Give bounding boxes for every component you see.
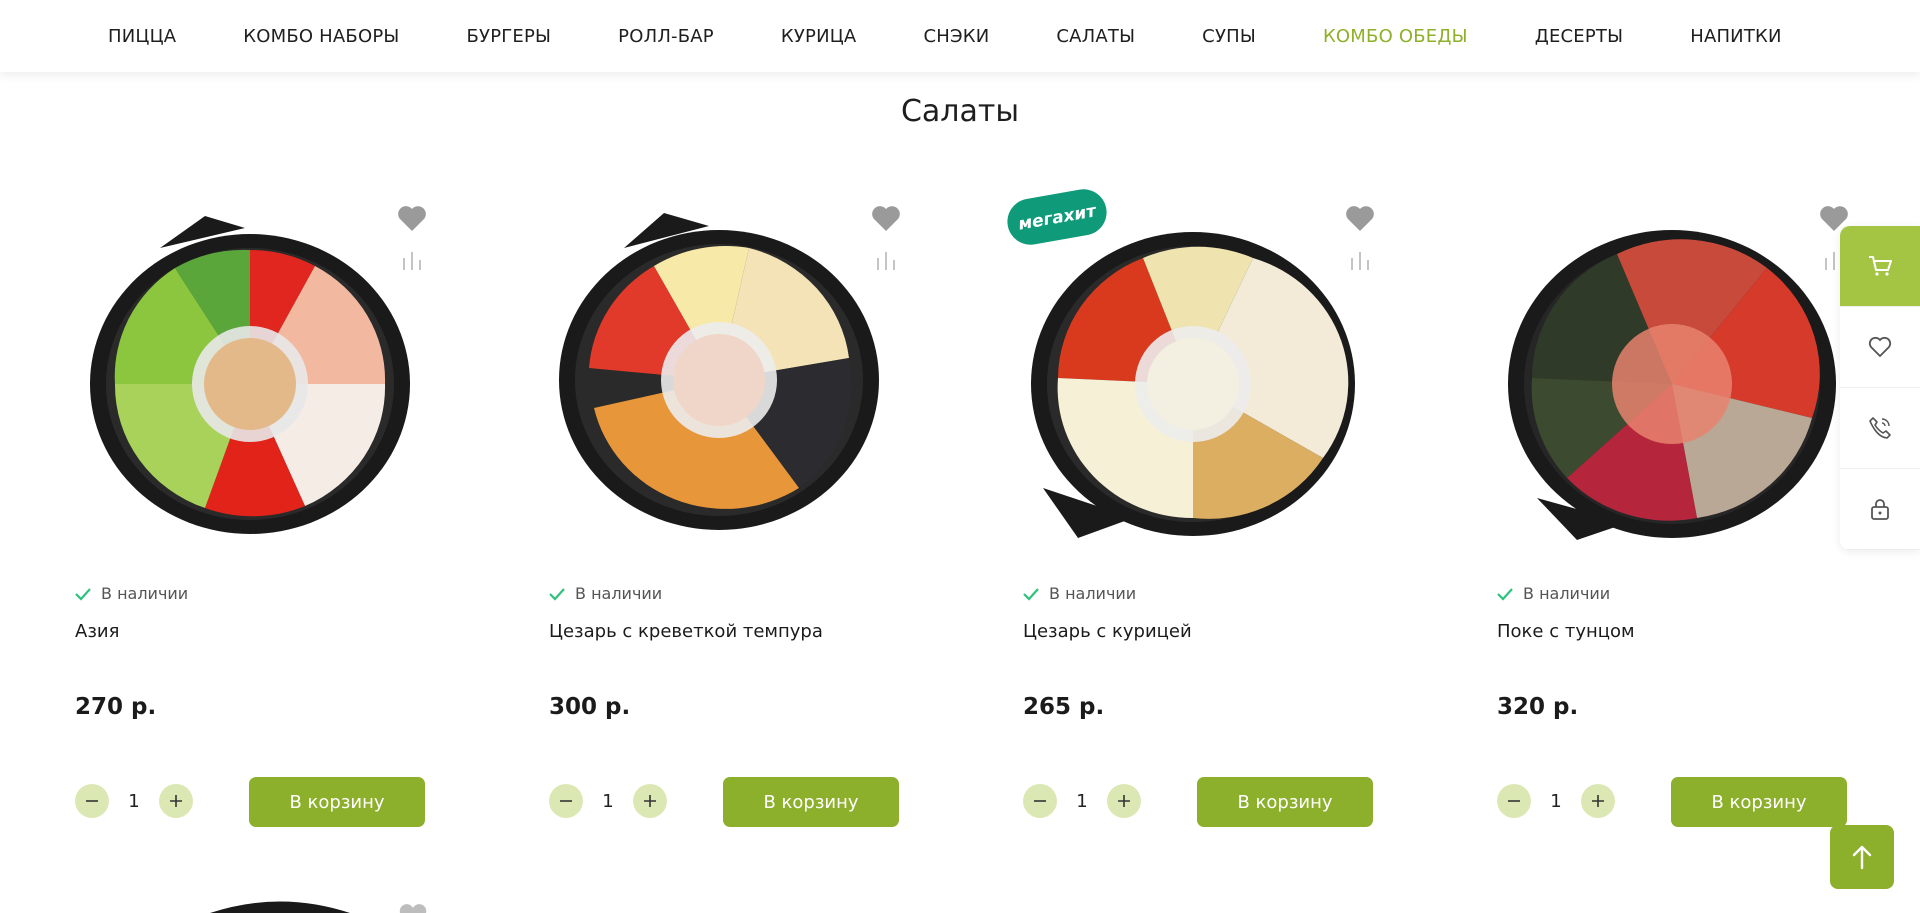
arrow-up-icon	[1852, 845, 1872, 870]
quantity-stepper: 1	[1497, 784, 1615, 818]
stock-label: В наличии	[101, 584, 189, 603]
stock-status: В наличии	[1023, 584, 1136, 603]
decrease-button[interactable]	[549, 784, 583, 818]
favorite-heart-icon[interactable]	[871, 204, 901, 232]
plus-icon	[1592, 795, 1604, 807]
product-image[interactable]	[1497, 188, 1857, 568]
nav-item-drinks[interactable]: НАПИТКИ	[1690, 26, 1782, 47]
nav-item-combo-lunch[interactable]: КОМБО ОБЕДЫ	[1323, 26, 1468, 47]
minus-icon	[560, 800, 572, 802]
cart-icon	[1869, 256, 1892, 276]
quantity-value[interactable]: 1	[109, 791, 159, 812]
product-name[interactable]: Цезарь с курицей	[1023, 621, 1192, 642]
nav-item-burgers[interactable]: БУРГЕРЫ	[466, 26, 551, 47]
compare-bars-icon[interactable]	[400, 248, 424, 272]
product-card: В наличии Цезарь с креветкой темпура 300…	[549, 188, 1023, 848]
add-to-cart-button[interactable]: В корзину	[1197, 777, 1373, 827]
decrease-button[interactable]	[1497, 784, 1531, 818]
stock-label: В наличии	[1523, 584, 1611, 603]
add-to-cart-button[interactable]: В корзину	[1671, 777, 1847, 827]
product-price: 300 р.	[549, 694, 631, 720]
nav-item-soups[interactable]: СУПЫ	[1202, 26, 1256, 47]
product-image[interactable]	[75, 188, 435, 568]
product-image[interactable]	[549, 188, 909, 568]
side-callback-button[interactable]	[1840, 388, 1920, 469]
plus-icon	[1118, 795, 1130, 807]
product-price: 320 р.	[1497, 694, 1579, 720]
stock-status: В наличии	[549, 584, 662, 603]
check-icon	[1023, 587, 1039, 601]
minus-icon	[86, 800, 98, 802]
minus-icon	[1034, 800, 1046, 802]
product-image[interactable]	[1023, 188, 1383, 568]
decrease-button[interactable]	[75, 784, 109, 818]
increase-button[interactable]	[1107, 784, 1141, 818]
product-name[interactable]: Поке с тунцом	[1497, 621, 1635, 642]
section-title: Салаты	[900, 94, 1020, 129]
quantity-value[interactable]: 1	[583, 791, 633, 812]
increase-button[interactable]	[1581, 784, 1615, 818]
nav-item-chicken[interactable]: КУРИЦА	[781, 26, 857, 47]
scroll-to-top-button[interactable]	[1830, 825, 1894, 889]
add-to-cart-button[interactable]: В корзину	[249, 777, 425, 827]
minus-icon	[1508, 800, 1520, 802]
nav-item-combo-sets[interactable]: КОМБО НАБОРЫ	[243, 26, 399, 47]
side-account-button[interactable]	[1840, 469, 1920, 550]
plus-icon	[644, 795, 656, 807]
stock-label: В наличии	[1049, 584, 1137, 603]
compare-bars-icon[interactable]	[1348, 248, 1372, 272]
side-cart-button[interactable]	[1840, 226, 1920, 307]
phone-icon	[1869, 417, 1891, 439]
check-icon	[1497, 587, 1513, 601]
quantity-stepper: 1	[549, 784, 667, 818]
increase-button[interactable]	[159, 784, 193, 818]
next-product-image-edge	[210, 901, 350, 913]
decrease-button[interactable]	[1023, 784, 1057, 818]
nav-item-roll-bar[interactable]: РОЛЛ-БАР	[618, 26, 714, 47]
favorite-heart-icon[interactable]	[1345, 204, 1375, 232]
compare-bars-icon[interactable]	[874, 248, 898, 272]
heart-icon	[1868, 336, 1892, 358]
nav-item-pizza[interactable]: ПИЦЦА	[108, 26, 176, 47]
add-to-cart-button[interactable]: В корзину	[723, 777, 899, 827]
product-price: 270 р.	[75, 694, 157, 720]
stock-label: В наличии	[575, 584, 663, 603]
check-icon	[549, 587, 565, 601]
quantity-value[interactable]: 1	[1057, 791, 1107, 812]
next-favorite-heart-icon[interactable]	[398, 904, 428, 913]
quantity-stepper: 1	[75, 784, 193, 818]
nav-item-snacks[interactable]: СНЭКИ	[923, 26, 989, 47]
quantity-stepper: 1	[1023, 784, 1141, 818]
nav-item-salads[interactable]: САЛАТЫ	[1056, 26, 1135, 47]
check-icon	[75, 587, 91, 601]
stock-status: В наличии	[75, 584, 188, 603]
product-card: В наличии Азия 270 р. 1 В корзину	[75, 188, 549, 848]
stock-status: В наличии	[1497, 584, 1610, 603]
product-name[interactable]: Цезарь с креветкой темпура	[549, 621, 823, 642]
lock-icon	[1871, 499, 1889, 520]
product-price: 265 р.	[1023, 694, 1105, 720]
quantity-value[interactable]: 1	[1531, 791, 1581, 812]
side-favorites-button[interactable]	[1840, 307, 1920, 388]
product-name[interactable]: Азия	[75, 621, 119, 642]
product-card: мегахит В наличии Цезарь с курицей 265 р…	[1007, 188, 1497, 848]
category-nav: ПИЦЦА КОМБО НАБОРЫ БУРГЕРЫ РОЛЛ-БАР КУРИ…	[0, 0, 1920, 72]
floating-side-panel	[1840, 226, 1920, 550]
plus-icon	[170, 795, 182, 807]
nav-item-desserts[interactable]: ДЕСЕРТЫ	[1535, 26, 1624, 47]
favorite-heart-icon[interactable]	[397, 204, 427, 232]
increase-button[interactable]	[633, 784, 667, 818]
